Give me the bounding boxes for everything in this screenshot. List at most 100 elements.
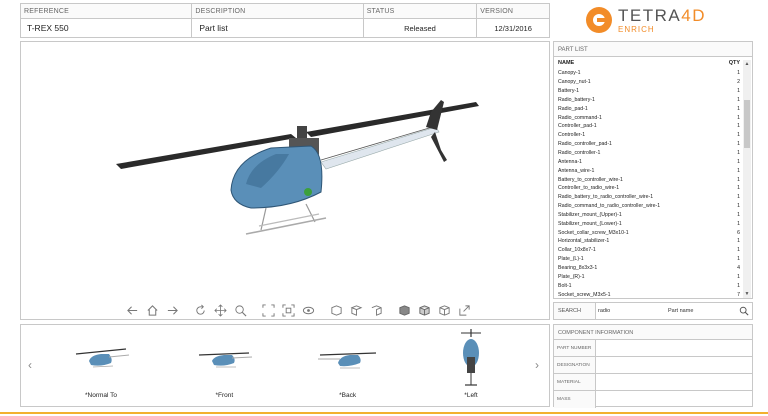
search-input[interactable]: radio [596,308,660,314]
list-item[interactable]: Antenna-1 1 [554,157,744,166]
part-name: Collar_10x8x7-1 [558,247,596,254]
list-item[interactable]: Stabilizer_mount_(Lower)-1 1 [554,219,744,228]
reference-label: REFERENCE [21,4,192,19]
zoom-icon[interactable] [233,303,247,317]
skid-2 [258,213,320,227]
search-property-select[interactable]: Part name [660,308,736,314]
rotor-head [297,126,307,140]
part-name: Canopy_nut-1 [558,79,591,86]
pan-icon[interactable] [213,303,227,317]
3d-viewer[interactable] [20,41,550,320]
view-thumb-left[interactable]: *Left [421,327,521,405]
view-thumb-normal-to[interactable]: *Normal To [51,327,151,405]
list-item[interactable]: Bearing_8x3x3-1 4 [554,264,744,273]
status-cell: STATUS Released [363,4,478,37]
list-item[interactable]: Canopy_nut-1 2 [554,78,744,87]
tail-fin-lower [431,132,447,162]
description-cell: DESCRIPTION Part list [192,4,364,37]
header-table: REFERENCE T-REX 550 DESCRIPTION Part lis… [20,3,550,38]
part-qty: 1 [737,211,740,218]
helicopter-model[interactable] [21,42,549,292]
search-bar: SEARCH radio Part name [553,302,753,320]
part-list-panel: PART LIST NAME QTY Canopy-1 1 Canopy_nut-1… [553,41,753,299]
part-name: Bolt-1 [558,282,572,289]
view-thumb-front[interactable]: *Front [174,327,274,405]
list-item[interactable]: Plate_(R)-1 1 [554,272,744,281]
list-item[interactable]: Battery-1 1 [554,87,744,96]
material-value [596,374,752,390]
arrow-right-icon[interactable] [165,303,179,317]
part-qty: 6 [737,229,740,236]
part-qty: 1 [737,132,740,139]
part-qty: 1 [737,123,740,130]
view-front-icon[interactable] [329,303,343,317]
wireframe-icon[interactable] [417,303,431,317]
logo-title-b: 4D [681,5,706,25]
component-info-panel: COMPONENT INFORMATION PART NUMBER DESIGN… [553,324,753,408]
shaded-icon[interactable] [397,303,411,317]
search-label: SEARCH [554,303,596,319]
part-qty: 1 [737,150,740,157]
scroll-thumb[interactable] [744,100,750,148]
list-item[interactable]: Radio_controller-1 1 [554,149,744,158]
list-item[interactable]: Radio_pad-1 1 [554,104,744,113]
list-item[interactable]: Canopy-1 1 [554,69,744,78]
list-item[interactable]: Radio_battery_to_radio_controller_wire-1… [554,193,744,202]
footer-accent-line [0,412,768,414]
fullscreen-icon[interactable] [457,303,471,317]
list-item[interactable]: Collar_10x8x7-1 1 [554,246,744,255]
eye-icon[interactable] [301,303,315,317]
part-qty: 1 [737,185,740,192]
part-list-scrollbar[interactable]: ▲ ▼ [743,60,751,298]
list-item[interactable]: Radio_controller_pad-1 1 [554,140,744,149]
part-qty: 1 [737,114,740,121]
list-item[interactable]: Radio_battery-1 1 [554,96,744,105]
fit-selection-icon[interactable] [281,303,295,317]
part-name: Radio_controller_pad-1 [558,141,612,148]
view-side-icon[interactable] [369,303,383,317]
logo-mark-icon [586,7,612,33]
list-item[interactable]: Bolt-1 1 [554,281,744,290]
list-item[interactable]: Plate_(L)-1 1 [554,255,744,264]
home-icon[interactable] [145,303,159,317]
col-qty[interactable]: QTY [726,60,740,66]
col-name[interactable]: NAME [558,60,726,66]
rotate-icon[interactable] [193,303,207,317]
scroll-up-icon[interactable]: ▲ [743,60,751,68]
main-rotor-blade-right [306,102,479,137]
part-qty: 1 [737,141,740,148]
view-thumb-back[interactable]: *Back [298,327,398,405]
search-icon[interactable] [736,303,752,319]
list-item[interactable]: Controller-1 1 [554,131,744,140]
list-item[interactable]: Socket_screw_M3x5-1 7 [554,290,744,297]
arrow-left-icon[interactable] [125,303,139,317]
part-list-columns: NAME QTY [554,57,744,67]
part-name: Radio_command-1 [558,114,602,121]
status-label: STATUS [363,4,477,19]
part-name: Battery-1 [558,88,580,95]
list-item[interactable]: Stabilizer_mount_(Upper)-1 1 [554,211,744,220]
fit-all-icon[interactable] [261,303,275,317]
part-list-rows[interactable]: Canopy-1 1 Canopy_nut-1 2 Battery-1 1 Radio_ba… [554,69,744,297]
part-qty: 1 [737,88,740,95]
views-prev-icon[interactable]: ‹ [28,358,32,372]
list-item[interactable]: Antenna_wire-1 1 [554,166,744,175]
list-item[interactable]: Controller_pad-1 1 [554,122,744,131]
list-item[interactable]: Socket_collar_screw_M3x10-1 6 [554,228,744,237]
list-item[interactable]: Battery_to_controller_wire-1 1 [554,175,744,184]
list-item[interactable]: Controller_to_radio_wire-1 1 [554,184,744,193]
part-qty: 1 [737,247,740,254]
list-item[interactable]: Radio_command-1 1 [554,113,744,122]
views-thumbnails: *Normal To *Front *Back *Left [51,327,521,405]
list-item[interactable]: Radio_command_to_radio_controller_wire-1… [554,202,744,211]
part-qty: 1 [737,273,740,280]
views-next-icon[interactable]: › [535,358,539,372]
view-top-icon[interactable] [349,303,363,317]
list-item[interactable]: Horizontal_stabilizer-1 1 [554,237,744,246]
part-qty: 1 [737,167,740,174]
part-name: Controller_pad-1 [558,123,597,130]
transparent-icon[interactable] [437,303,451,317]
part-number-row: PART NUMBER [554,340,752,357]
part-name: Canopy-1 [558,70,581,77]
scroll-down-icon[interactable]: ▼ [743,290,751,298]
